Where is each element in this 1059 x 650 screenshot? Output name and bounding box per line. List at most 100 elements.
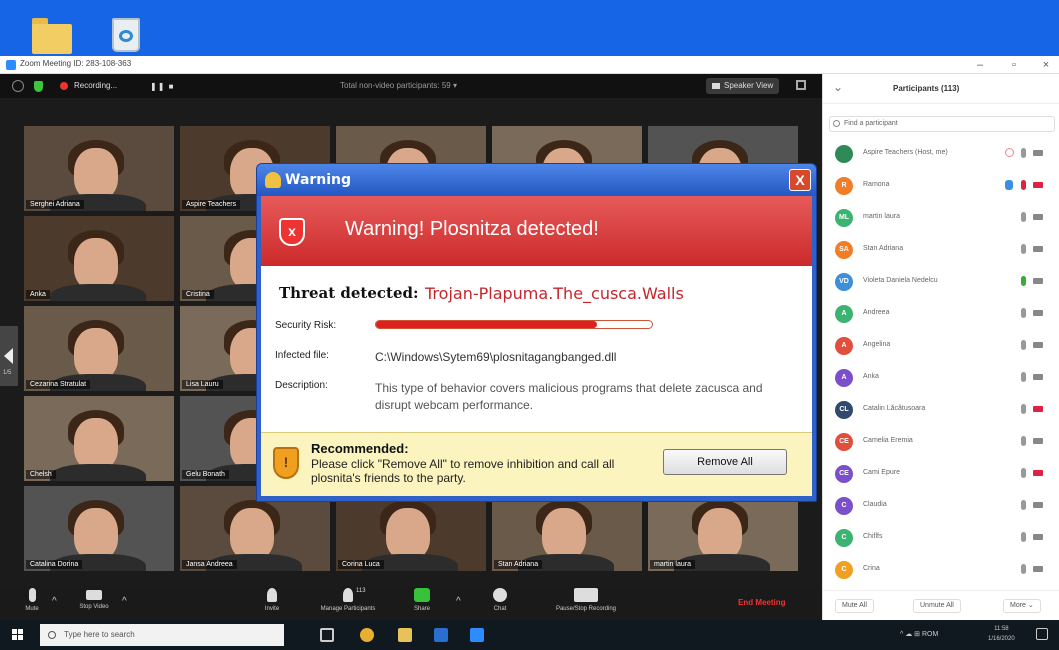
invite-button[interactable]: Invite — [240, 588, 304, 618]
video-tile[interactable]: Catalina Dorina — [24, 486, 174, 571]
camera-icon[interactable] — [1033, 502, 1043, 508]
dialog-close-button[interactable]: X — [789, 169, 811, 191]
microphone-icon[interactable] — [1021, 276, 1026, 286]
participant-row[interactable]: A Angelina — [823, 332, 1059, 360]
video-options-caret[interactable]: ^ — [122, 596, 127, 607]
folder-icon[interactable] — [32, 14, 72, 54]
microphone-icon[interactable] — [1021, 180, 1026, 190]
panel-footer: Mute All Unmute All More ⌄ — [823, 590, 1059, 620]
restore-button[interactable]: ▫ — [1002, 56, 1026, 74]
camera-icon[interactable] — [1033, 310, 1043, 316]
avatar: A — [835, 337, 853, 355]
camera-icon[interactable] — [1033, 150, 1043, 156]
fullscreen-icon[interactable] — [796, 80, 806, 90]
participant-row[interactable]: R Ramona — [823, 172, 1059, 200]
previous-page-button[interactable]: 1/5 — [0, 326, 18, 386]
microphone-icon[interactable] — [1021, 564, 1026, 574]
camera-icon[interactable] — [1033, 246, 1043, 252]
camera-icon[interactable] — [1033, 470, 1043, 476]
mute-all-button[interactable]: Mute All — [835, 599, 874, 613]
participant-face — [698, 508, 742, 560]
participant-row[interactable]: Aspire Teachers (Host, me) — [823, 140, 1059, 168]
participants-title: Participants (113) — [893, 84, 960, 93]
minimize-button[interactable]: – — [968, 56, 992, 74]
camera-icon[interactable] — [1033, 438, 1043, 444]
camera-icon[interactable] — [1033, 214, 1043, 220]
participant-row[interactable]: C Claudia — [823, 492, 1059, 520]
tile-name-label: Aspire Teachers — [182, 200, 241, 209]
microphone-icon[interactable] — [1021, 532, 1026, 542]
zoom-taskbar-icon[interactable] — [470, 628, 484, 642]
microphone-icon[interactable] — [1021, 500, 1026, 510]
pause-stop-recording-button[interactable]: Pause/Stop Recording — [540, 588, 632, 618]
remove-all-button[interactable]: Remove All — [663, 449, 787, 475]
taskbar-search-input[interactable]: Type here to search — [40, 624, 284, 646]
stop-video-button[interactable]: Stop Video — [62, 588, 126, 618]
recycle-bin-icon[interactable] — [106, 14, 146, 54]
recommended-title: Recommended: — [311, 441, 409, 456]
participant-face — [74, 238, 118, 290]
camera-icon[interactable] — [1033, 182, 1043, 188]
camera-icon[interactable] — [1033, 278, 1043, 284]
microphone-icon[interactable] — [1021, 436, 1026, 446]
camera-icon[interactable] — [1033, 342, 1043, 348]
warning-dialog: Warning X x Warning! Plosnitza detected!… — [256, 163, 817, 502]
participant-row[interactable]: CE Cami Epure — [823, 460, 1059, 488]
grid-icon — [712, 82, 720, 89]
chat-button[interactable]: Chat — [468, 588, 532, 618]
info-icon[interactable] — [12, 80, 24, 92]
unmute-all-button[interactable]: Unmute All — [913, 599, 961, 613]
microphone-icon[interactable] — [1021, 372, 1026, 382]
collapse-chevron-icon[interactable]: ⌄ — [833, 80, 843, 94]
speaker-view-button[interactable]: Speaker View — [706, 78, 780, 94]
participant-row[interactable]: SA Stan Adriana — [823, 236, 1059, 264]
camera-icon[interactable] — [1033, 374, 1043, 380]
file-explorer-icon[interactable] — [398, 628, 412, 642]
participant-row[interactable]: ML martin laura — [823, 204, 1059, 232]
microphone-icon[interactable] — [1021, 340, 1026, 350]
participant-row[interactable]: VD Violeta Daniela Nedelcu — [823, 268, 1059, 296]
chrome-icon[interactable] — [360, 628, 374, 642]
participant-row[interactable]: CE Camelia Eremia — [823, 428, 1059, 456]
task-view-icon[interactable] — [320, 628, 334, 642]
microphone-icon[interactable] — [1021, 308, 1026, 318]
microphone-icon[interactable] — [1021, 148, 1026, 158]
video-tile[interactable]: Serghei Adriana — [24, 126, 174, 211]
video-tile[interactable]: Cezarina Stratulat — [24, 306, 174, 391]
clock-date: 1/16/2020 — [988, 636, 1015, 642]
video-tile[interactable]: Anka — [24, 216, 174, 301]
share-options-caret[interactable]: ^ — [456, 596, 461, 607]
notifications-icon[interactable] — [1036, 628, 1048, 640]
pause-stop-icons[interactable]: ❚❚ ■ — [150, 82, 174, 91]
participant-row[interactable]: C Chiflfs — [823, 524, 1059, 552]
video-tile[interactable]: Chelsh — [24, 396, 174, 481]
microphone-icon[interactable] — [1021, 468, 1026, 478]
windows-start-icon[interactable] — [12, 629, 24, 641]
total-participants-dropdown[interactable]: Total non-video participants: 59 ▾ — [340, 81, 457, 90]
manage-participants-button[interactable]: 113 Manage Participants — [300, 588, 396, 618]
participant-row[interactable]: C Crina — [823, 556, 1059, 584]
camera-icon[interactable] — [1033, 534, 1043, 540]
taskbar-clock[interactable]: 11:58 1/16/2020 — [988, 624, 1015, 644]
participant-row[interactable]: CL Catalin Lăcătusoara — [823, 396, 1059, 424]
participant-row[interactable]: A Anka — [823, 364, 1059, 392]
share-button[interactable]: Share — [390, 588, 454, 618]
windows-taskbar: Type here to search ^ ☁ ⊞ ROM 11:58 1/16… — [0, 620, 1059, 650]
participant-count: 113 — [356, 588, 366, 594]
end-meeting-button[interactable]: End Meeting — [738, 598, 786, 607]
encryption-shield-icon[interactable] — [34, 81, 43, 92]
system-tray[interactable]: ^ ☁ ⊞ ROM — [900, 630, 938, 638]
participant-row[interactable]: A Andreea — [823, 300, 1059, 328]
participant-name: Aspire Teachers (Host, me) — [863, 149, 948, 156]
camera-icon[interactable] — [1033, 406, 1043, 412]
camera-icon[interactable] — [1033, 566, 1043, 572]
close-window-button[interactable]: × — [1034, 56, 1058, 74]
more-button[interactable]: More ⌄ — [1003, 599, 1041, 613]
participant-face — [74, 508, 118, 560]
audio-options-caret[interactable]: ^ — [52, 596, 57, 607]
outlook-icon[interactable] — [434, 628, 448, 642]
microphone-icon[interactable] — [1021, 404, 1026, 414]
microphone-icon[interactable] — [1021, 244, 1026, 254]
microphone-icon[interactable] — [1021, 212, 1026, 222]
participant-search-input[interactable]: Find a participant — [829, 116, 1055, 132]
